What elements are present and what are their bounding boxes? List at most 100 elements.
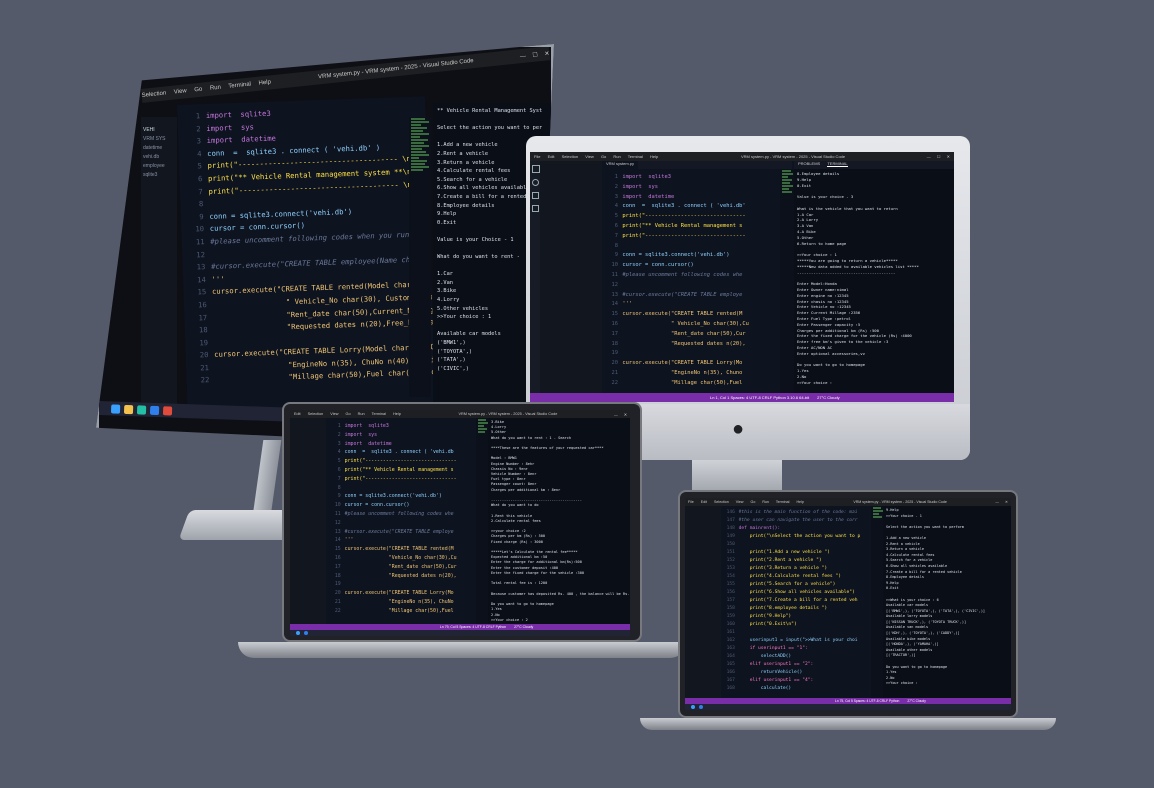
right-window-controls: — ✕ [990,500,1011,504]
imac-explorer [540,161,602,393]
imac-menu-item[interactable]: Edit [548,154,555,159]
imac-menu-item[interactable]: Help [650,154,658,159]
debug-icon[interactable] [532,205,539,212]
maximize-icon[interactable]: ☐ [532,52,538,59]
imac-menu-item[interactable]: Selection [562,154,578,159]
imac-minimap[interactable] [780,169,794,393]
right-menu-bar: File Edit Selection View Go Run Terminal… [685,500,810,504]
vscode-icon[interactable] [304,631,308,635]
imac-terminal-tabs: PROBLEMS TERMINAL [794,161,954,169]
imac-menu-item[interactable]: Run [613,154,620,159]
line-number: 164 [726,654,735,659]
right-code-lines: 146 #this is the main function of the cod… [721,506,871,696]
right-titlebar: File Edit Selection View Go Run Terminal… [685,498,1011,506]
minimize-icon[interactable]: — [520,53,527,60]
mid-terminal[interactable]: 3.Bike 4.Lorry 5.Other What do you want to … [488,418,630,628]
windows-start-icon[interactable] [296,631,300,635]
explorer-item[interactable]: datetime [143,145,175,151]
source-control-icon[interactable] [532,192,539,199]
maximize-icon[interactable]: ☐ [937,154,941,159]
tab-terminal[interactable]: TERMINAL [827,161,848,167]
imac-menu-item[interactable]: Go [601,154,606,159]
mid-code-editor[interactable]: 1 import sqlite3 2 import sys 3 import dateti… [326,418,476,624]
code-line: 5 print("------------------------------- [328,457,474,466]
imac-menu-item[interactable]: File [534,154,540,159]
left-menu-item[interactable]: View [174,88,187,95]
chrome-icon[interactable] [162,405,173,416]
mid-menu-item[interactable]: Go [346,412,351,416]
close-icon[interactable]: ✕ [544,51,550,57]
windows-start-icon[interactable] [691,705,695,709]
code-line: 16 "Vehicle_No char(30),Cu [328,554,474,563]
explorer-item[interactable]: VEHI [143,127,175,133]
vscode-icon[interactable] [699,705,703,709]
mid-menu-item[interactable]: Edit [294,412,301,416]
left-menu-item[interactable]: Go [194,87,203,94]
left-code-editor[interactable]: 1 import sqlite3 2 import sys 3 import dateti… [177,96,436,415]
code-text: import sqlite3 [622,174,672,180]
mid-menu-item[interactable]: Help [393,412,401,416]
right-menu-item[interactable]: Edit [701,500,707,504]
edge-icon[interactable] [136,404,147,415]
files-icon[interactable] [532,165,540,173]
right-menu-item[interactable]: Help [796,500,803,504]
folder-icon[interactable] [123,404,134,414]
right-minimap[interactable] [871,506,883,698]
code-line: 1 import sqlite3 [604,173,778,183]
mid-menu-item[interactable]: Run [358,412,365,416]
imac-menu-item[interactable]: Terminal [628,154,643,159]
right-menu-item[interactable]: Selection [714,500,729,504]
left-minimap[interactable] [409,117,431,397]
right-menu-item[interactable]: View [736,500,744,504]
line-number: 1 [195,111,201,121]
mid-menu-item[interactable]: View [330,412,338,416]
mid-menu-item[interactable]: Selection [308,412,324,416]
mid-menu-item[interactable]: Terminal [372,412,386,416]
left-window-controls: — ☐ ✕ [515,50,550,61]
right-menu-item[interactable]: Run [762,500,769,504]
right-menu-item[interactable]: Terminal [776,500,790,504]
minimize-icon[interactable]: — [614,413,618,417]
code-text: print("** Vehicle Rental management s [622,222,743,229]
right-code-editor[interactable]: 146 #this is the main function of the cod… [721,506,871,698]
explorer-item[interactable]: sqlite3 [143,172,175,178]
left-menu-item[interactable]: Run [210,85,222,92]
explorer-item[interactable]: employee [143,163,175,169]
line-number: 148 [726,526,735,531]
right-taskbar [685,704,1011,710]
close-icon[interactable]: ✕ [624,413,627,417]
explorer-item[interactable]: vehi.db [143,154,175,160]
minimize-icon[interactable]: — [927,154,931,159]
imac-titlebar: File Edit Selection View Go Run Terminal… [530,152,954,161]
mid-minimap[interactable] [476,418,488,624]
imac-code-editor[interactable]: 1 import sqlite3 2 import sys 3 import dateti… [602,169,780,393]
imac-file-tab[interactable]: VRM system.py [602,161,639,169]
line-number: 4 [614,203,619,210]
tab-problems[interactable]: PROBLEMS [798,161,820,166]
left-menu-item[interactable]: Selection [141,90,166,99]
imac-terminal[interactable]: 8.Employee details 9.Help 0.Exit Value is … [794,169,954,397]
windows-start-icon[interactable] [110,403,121,414]
weather-text: 27°C Cloudy [514,625,534,629]
mid-window-controls: — ✕ [609,412,630,417]
line-number: 6 [337,466,341,473]
left-menu-item[interactable]: Help [258,79,271,86]
explorer-item[interactable]: VRM SYS [143,136,175,142]
left-menu-item[interactable]: Terminal [228,81,251,89]
code-text: print("1.Add a new vehicle ") [738,550,830,555]
code-text: "Rent_date char(50),Cur [344,563,457,570]
line-number: 2 [614,183,619,190]
line-number: 162 [726,638,735,643]
line-number: 156 [726,590,735,595]
imac-menu-item[interactable]: View [585,154,594,159]
close-icon[interactable]: ✕ [947,154,950,159]
code-text: conn = sqlite3 . connect ( 'vehi.db [344,449,454,456]
right-menu-item[interactable]: File [688,500,694,504]
minimize-icon[interactable]: — [995,500,999,504]
search-icon[interactable] [532,179,539,186]
close-icon[interactable]: ✕ [1005,500,1008,504]
right-menu-item[interactable]: Go [751,500,756,504]
line-number: 17 [198,312,208,322]
right-terminal[interactable]: 9.Help >>Your choice - 1 Select the actio… [883,506,1011,702]
vscode-icon[interactable] [149,405,160,415]
